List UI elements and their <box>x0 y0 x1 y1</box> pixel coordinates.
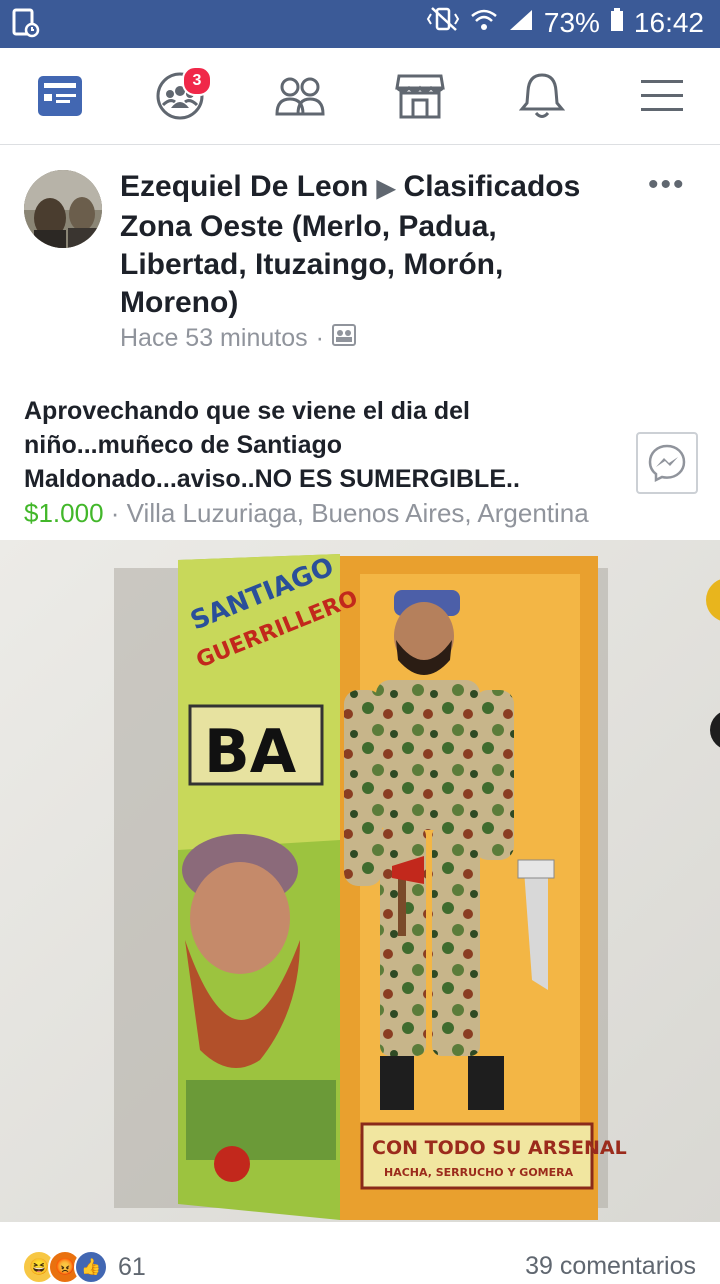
listing-price: $1.000 <box>24 498 104 528</box>
group-audience-icon <box>331 324 356 353</box>
message-seller-button[interactable] <box>636 432 698 494</box>
wifi-icon <box>470 7 498 39</box>
author-avatar[interactable] <box>24 170 102 248</box>
vibrate-mute-icon <box>426 6 460 39</box>
hamburger-icon <box>641 80 683 111</box>
bell-icon <box>519 73 565 118</box>
author-name[interactable]: Ezequiel De Leon <box>120 170 368 203</box>
box-logo: BA <box>204 717 297 787</box>
clock: 16:42 <box>633 6 704 38</box>
post-time[interactable]: Hace 53 minutos <box>120 324 308 353</box>
listing-location: Villa Luzuriaga, Buenos Aires, Argentina <box>126 498 589 528</box>
marketplace-icon <box>395 74 445 119</box>
listing-title: Aprovechando que se viene el dia del niñ… <box>24 397 520 493</box>
more-options-icon[interactable]: ••• <box>648 168 686 202</box>
reaction-count: 61 <box>118 1252 146 1281</box>
meta-separator: · <box>315 324 324 352</box>
post-header-title: Ezequiel De Leon ▶ Clasificados Zona Oes… <box>120 168 620 322</box>
status-bar: 73% 16:42 <box>0 0 720 48</box>
banner-line-1: CON TODO SU ARSENAL <box>372 1137 627 1159</box>
comments-count[interactable]: 39 comentarios <box>525 1252 696 1281</box>
news-feed-icon <box>38 76 82 116</box>
battery-icon <box>610 7 624 39</box>
nav-marketplace[interactable] <box>394 70 446 122</box>
battery-percent: 73% <box>543 6 600 38</box>
post-footer: 😆 😡 👍 61 39 comentarios <box>0 1240 720 1284</box>
reactions-summary[interactable]: 😆 😡 👍 61 <box>22 1250 146 1284</box>
nav-news-feed[interactable] <box>34 70 86 122</box>
location-separator: · <box>110 498 120 528</box>
messenger-icon <box>648 444 686 483</box>
signal-icon <box>508 7 534 39</box>
nav-menu[interactable] <box>636 70 688 122</box>
screenshot-notification-icon <box>12 8 40 43</box>
listing-photo[interactable]: SANTIAGO GUERRILLERO BA CON TODO SU ARSE… <box>0 540 720 1222</box>
people-icon <box>275 77 325 116</box>
nav-friend-requests[interactable]: 3 <box>154 66 212 122</box>
like-reaction-icon: 👍 <box>74 1250 108 1284</box>
friend-requests-badge: 3 <box>182 66 212 96</box>
post-meta: Hace 53 minutos · <box>120 324 356 353</box>
banner-line-2: HACHA, SERRUCHO Y GOMERA <box>384 1166 574 1179</box>
arrow-icon: ▶ <box>376 175 396 202</box>
nav-notifications[interactable] <box>516 70 568 122</box>
price-location: $1.000 · Villa Luzuriaga, Buenos Aires, … <box>24 498 589 529</box>
nav-groups[interactable] <box>274 70 326 122</box>
top-navigation: 3 <box>0 48 720 145</box>
